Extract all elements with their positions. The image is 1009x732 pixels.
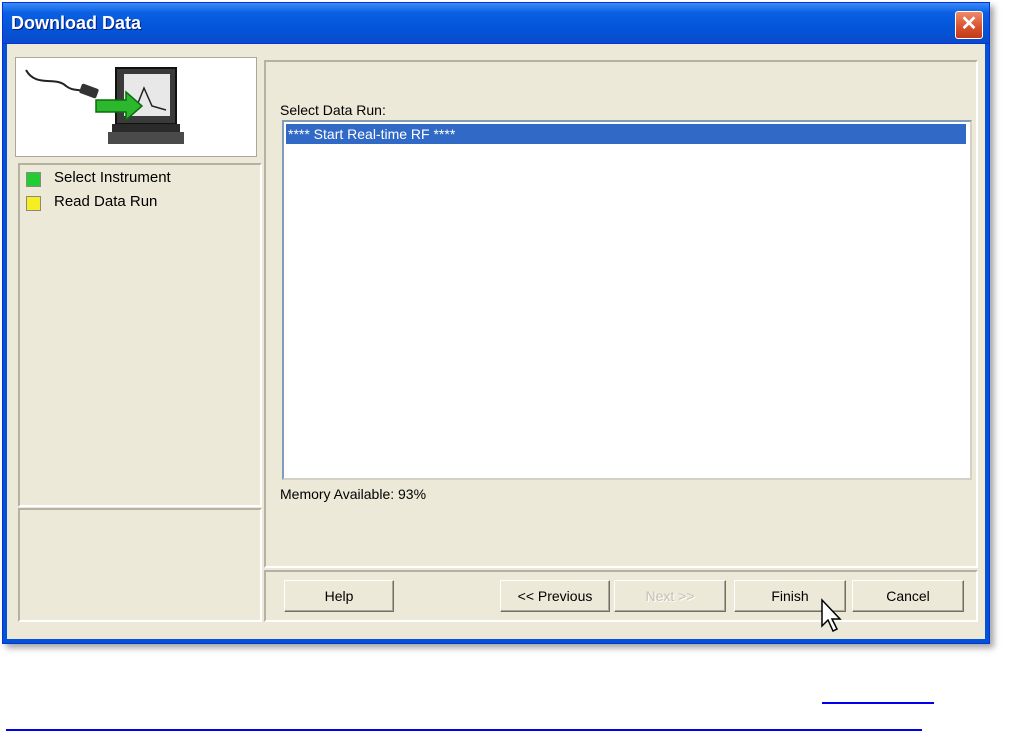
step-label: Select Instrument [54, 169, 171, 186]
cancel-button[interactable]: Cancel [852, 580, 964, 612]
wizard-illustration [15, 57, 257, 157]
select-data-run-label: Select Data Run: [280, 102, 386, 118]
step-complete-indicator [26, 172, 41, 187]
hyperlink-underline[interactable] [6, 729, 922, 731]
window-title: Download Data [11, 13, 142, 33]
close-icon[interactable]: ✕ [955, 11, 983, 39]
title-bar[interactable]: Download Data ✕ [3, 3, 989, 44]
step-current-indicator [26, 196, 41, 211]
info-panel [18, 508, 262, 622]
mouse-pointer-icon [821, 598, 842, 633]
help-button[interactable]: Help [284, 580, 394, 612]
wizard-steps-panel: Select Instrument Read Data Run [18, 163, 262, 507]
data-run-listbox[interactable]: **** Start Real-time RF **** [282, 120, 972, 480]
hyperlink-underline[interactable] [822, 702, 934, 704]
next-button[interactable]: Next >> [614, 580, 726, 612]
memory-available-text: Memory Available: 93% [280, 486, 427, 502]
list-item[interactable]: **** Start Real-time RF **** [286, 124, 966, 144]
instrument-to-computer-icon [25, 67, 184, 144]
step-label: Read Data Run [54, 193, 158, 210]
previous-button[interactable]: << Previous [500, 580, 610, 612]
